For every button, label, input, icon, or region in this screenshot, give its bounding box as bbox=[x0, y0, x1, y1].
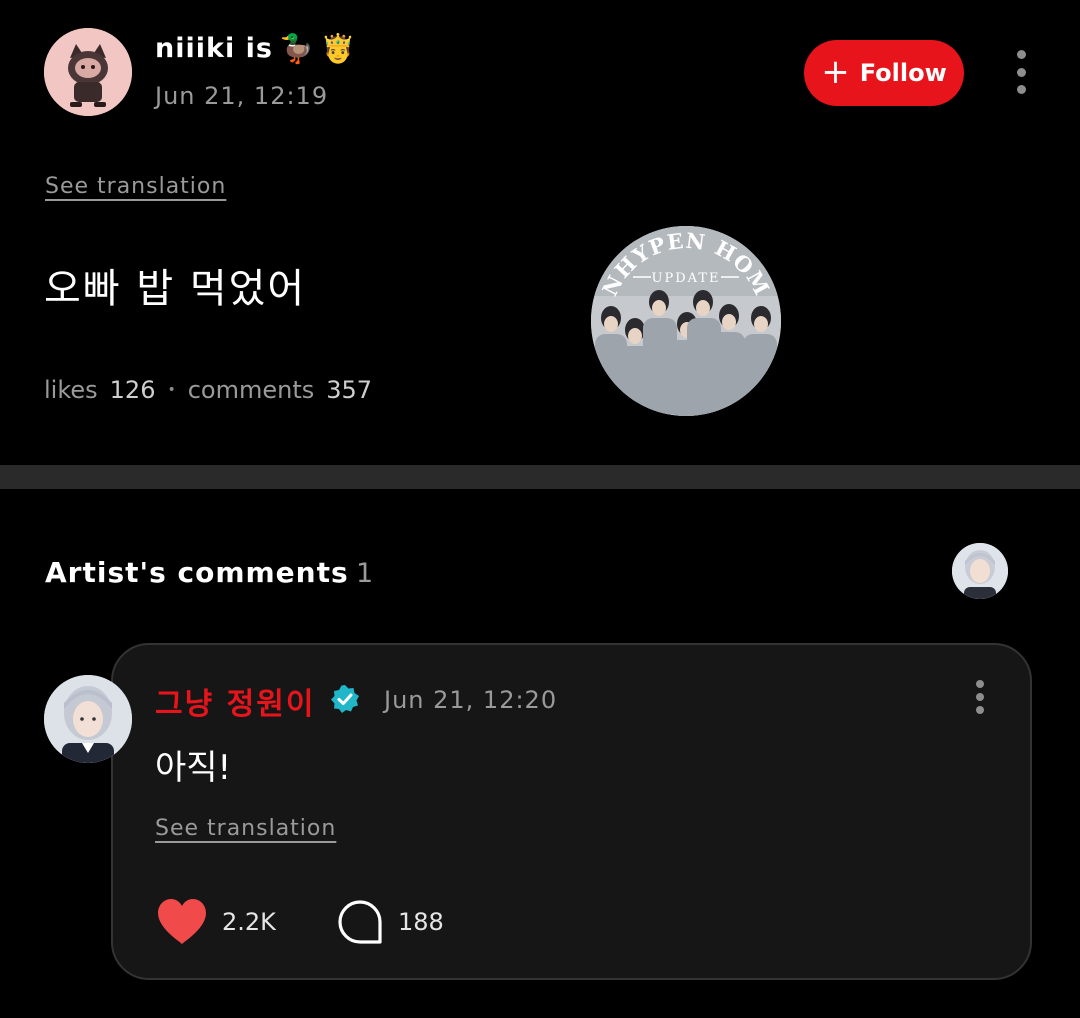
artist-comments-count: 1 bbox=[356, 558, 374, 589]
likes-count: 126 bbox=[109, 376, 156, 404]
author-name-text: niiiki is bbox=[155, 33, 273, 64]
author-name[interactable]: niiiki is 🦆 🤴 bbox=[155, 32, 357, 65]
prince-emoji: 🤴 bbox=[320, 32, 357, 65]
post-text: 오빠 밥 먹었어 bbox=[44, 266, 307, 312]
artist-comments-title: Artist's comments bbox=[45, 556, 349, 589]
likes-label: likes bbox=[44, 376, 98, 404]
verified-badge-icon bbox=[330, 684, 360, 714]
post-stats: likes 126 • comments 357 bbox=[44, 376, 372, 404]
follow-button[interactable]: + Follow bbox=[804, 40, 964, 106]
plus-icon: + bbox=[821, 51, 850, 92]
artist-avatar-small[interactable] bbox=[952, 543, 1008, 599]
commenter-name[interactable]: 그냥 정원이 bbox=[155, 679, 315, 723]
heart-icon[interactable] bbox=[156, 897, 208, 947]
comment-replies-count: 188 bbox=[398, 908, 444, 936]
reply-bubble-icon[interactable] bbox=[337, 899, 383, 945]
watermark-subtitle: UPDATE bbox=[652, 271, 721, 286]
comments-count: 357 bbox=[326, 376, 373, 404]
comment-more-options-icon[interactable] bbox=[970, 680, 990, 714]
comment-timestamp: Jun 21, 12:20 bbox=[384, 686, 558, 714]
comment-text: 아직! bbox=[155, 748, 232, 788]
post-see-translation-link[interactable]: See translation bbox=[45, 174, 226, 199]
watermark-logo: ENHYPEN HOME UPDATE bbox=[591, 226, 781, 416]
comments-label: comments bbox=[187, 376, 315, 404]
post-more-options-icon[interactable] bbox=[1011, 50, 1031, 94]
comment-likes-count: 2.2K bbox=[222, 908, 276, 936]
comment-see-translation-link[interactable]: See translation bbox=[155, 816, 336, 841]
follow-button-label: Follow bbox=[859, 59, 947, 87]
duck-emoji: 🦆 bbox=[278, 32, 315, 65]
separator-dot: • bbox=[167, 382, 176, 398]
author-avatar[interactable] bbox=[44, 28, 132, 116]
post-timestamp: Jun 21, 12:19 bbox=[155, 82, 329, 110]
commenter-avatar[interactable] bbox=[44, 675, 132, 763]
section-divider bbox=[0, 465, 1080, 489]
